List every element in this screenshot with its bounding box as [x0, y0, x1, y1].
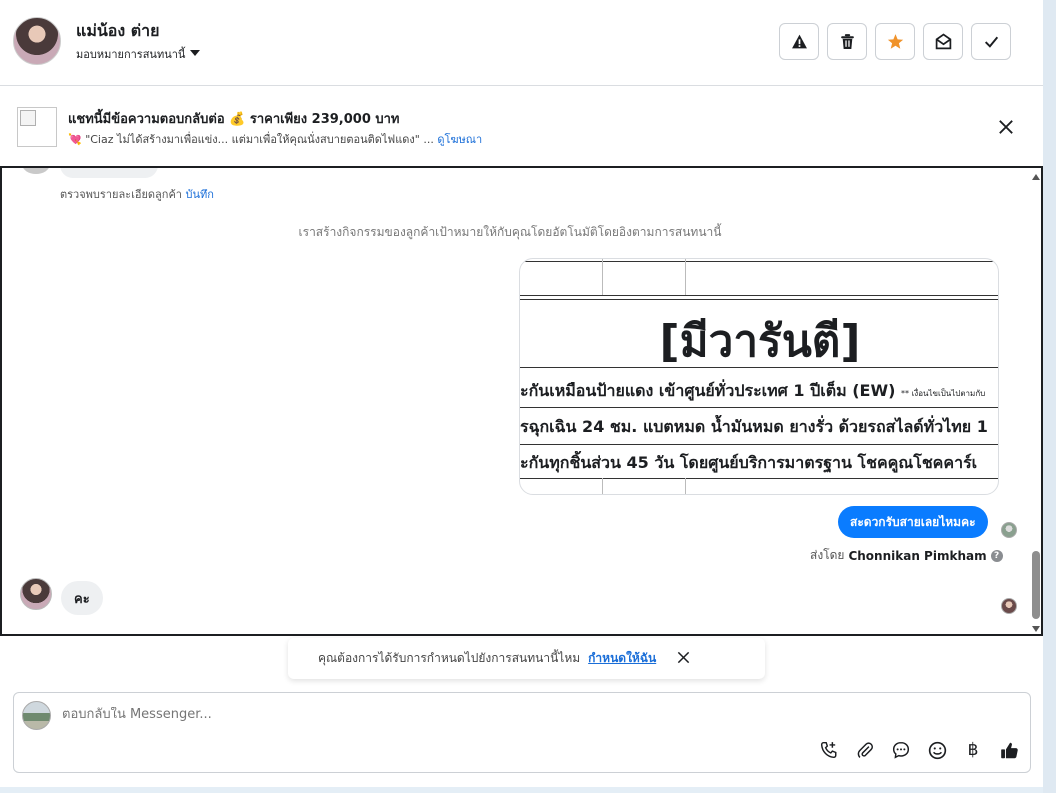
checkmark-icon [984, 36, 998, 48]
sent-by-name: Chonnikan Pimkham [848, 548, 987, 563]
chat-scrollbar[interactable] [1029, 168, 1041, 634]
outgoing-message-bubble[interactable]: สะดวกรับสายเลยไหมคะ [838, 506, 988, 538]
seen-avatar [1001, 522, 1017, 538]
dismiss-assign-button[interactable] [676, 650, 691, 668]
scroll-down-arrow[interactable] [1032, 626, 1040, 632]
system-message: เราสร้างกิจกรรมของลูกค้าเป้าหมายให้กับคุ… [298, 225, 722, 239]
star-icon [887, 34, 903, 49]
read-receipt-avatar [1001, 598, 1017, 614]
incoming-message-bubble[interactable]: คะ [61, 581, 103, 615]
inbox-conversation-panel: แม่น้อง ต่าย มอบหมายการสนทนานี้ แชทนี้มี… [0, 0, 1043, 787]
help-icon[interactable]: ? [990, 549, 1003, 562]
smiley-icon[interactable] [926, 739, 948, 761]
envelope-open-icon [935, 33, 951, 50]
ad-subtitle: 💘 "Ciaz ไม่ได้สร้างมาเพื่อแข่ง... แต่มาเ… [68, 130, 482, 148]
mark-done-button[interactable] [971, 23, 1011, 60]
reply-input[interactable] [62, 707, 662, 722]
assign-prompt-text: คุณต้องการได้รับการกำหนดไปยังการสนทนานี้… [318, 651, 581, 665]
view-ad-link[interactable]: ดูโฆษณา [437, 133, 482, 146]
image-row-2: รฉุกเฉิน 24 ชม. แบตหมด น้ำมันหมด ยางรั่ว… [520, 417, 988, 436]
assign-label: มอบหมายการสนทนานี้ [76, 48, 186, 61]
close-icon [999, 120, 1013, 134]
ad-subtitle-text: 💘 "Ciaz ไม่ได้สร้างมาเพื่อแข่ง... แต่มาเ… [68, 133, 434, 146]
reply-composer: ฿ [13, 692, 1031, 773]
add-call-icon[interactable] [818, 739, 840, 761]
image-row-3: ะกันทุกชิ้นส่วน 45 วัน โดยศูนย์บริการมาต… [520, 453, 978, 472]
warning-icon [791, 34, 807, 49]
image-heading: [มีวารันตี] [659, 316, 861, 367]
page-avatar [22, 701, 51, 730]
scroll-thumb[interactable] [1032, 551, 1040, 619]
mark-unread-button[interactable] [923, 23, 963, 60]
contact-name[interactable]: แม่น้อง ต่าย [76, 19, 160, 44]
baht-icon[interactable]: ฿ [962, 739, 984, 761]
assign-prompt: คุณต้องการได้รับการกำหนดไปยังการสนทนานี้… [288, 638, 765, 679]
ad-thumbnail[interactable] [17, 107, 57, 147]
previous-message-bubble [60, 168, 158, 178]
save-details-link[interactable]: บันทึก [185, 188, 213, 201]
trash-icon [840, 34, 854, 49]
close-ad-banner-button[interactable] [997, 118, 1015, 140]
assign-to-me-link[interactable]: กำหนดให้ฉัน [588, 649, 656, 668]
customer-details-text: ตรวจพบรายละเอียดลูกค้า [60, 188, 182, 201]
customer-details-note: ตรวจพบรายละเอียดลูกค้า บันทึก [60, 185, 214, 203]
composer-toolbar: ฿ [818, 739, 1020, 761]
conversation-header: แม่น้อง ต่าย มอบหมายการสนทนานี้ [0, 0, 1043, 86]
image-attachment[interactable]: [มีวารันตี] ะกันเหมือนป้ายแดง เข้าศูนย์ท… [519, 258, 999, 495]
scroll-up-arrow[interactable] [1032, 174, 1040, 180]
paperclip-icon[interactable] [854, 739, 876, 761]
sent-by-label: ส่งโดย Chonnikan Pimkham ? [810, 546, 1003, 565]
sent-by-prefix: ส่งโดย [810, 548, 845, 562]
delete-button[interactable] [827, 23, 867, 60]
image-row-1: ะกันเหมือนป้ายแดง เข้าศูนย์ทั่วประเทศ 1 … [520, 381, 986, 400]
sender-avatar [22, 168, 50, 174]
mark-spam-button[interactable] [779, 23, 819, 60]
thumbs-up-icon[interactable] [998, 739, 1020, 761]
message-thread[interactable]: ตรวจพบรายละเอียดลูกค้า บันทึก เราสร้างกิ… [0, 166, 1043, 636]
assign-conversation-dropdown[interactable]: มอบหมายการสนทนานี้ [76, 45, 201, 63]
contact-avatar[interactable] [13, 17, 61, 65]
incoming-avatar [20, 578, 52, 610]
caret-down-icon [190, 50, 201, 56]
chat-bubble-icon[interactable] [890, 739, 912, 761]
ad-reply-banner: แชทนี้มีข้อความตอบกลับต่อ 💰 ราคาเพียง 23… [0, 87, 1043, 166]
ad-title: แชทนี้มีข้อความตอบกลับต่อ 💰 ราคาเพียง 23… [68, 112, 400, 127]
page-scrollbar[interactable] [1043, 0, 1056, 793]
close-icon [678, 651, 690, 663]
star-button[interactable] [875, 23, 915, 60]
